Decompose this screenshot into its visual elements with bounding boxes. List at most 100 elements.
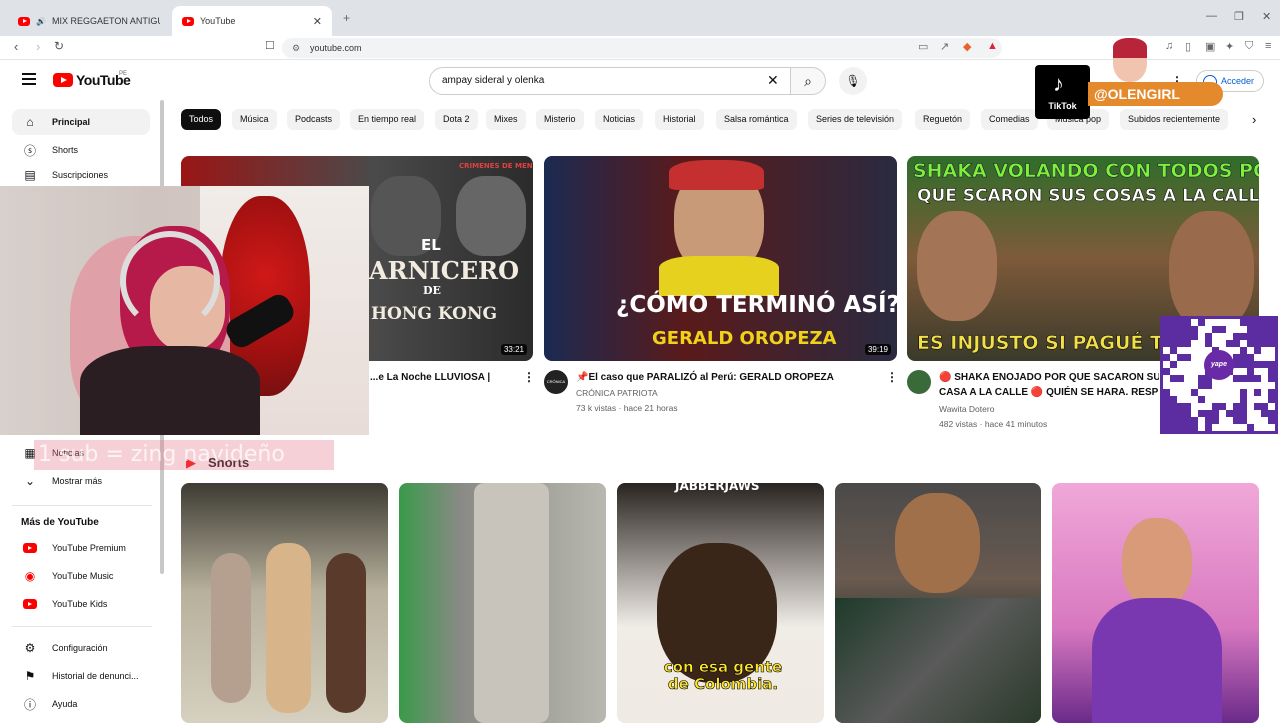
- qr-cell: [1184, 326, 1191, 333]
- short-thumbnail[interactable]: [181, 483, 388, 723]
- sidebar-show-more[interactable]: ⌄ Mostrar más: [12, 468, 150, 494]
- qr-cell: [1184, 424, 1191, 431]
- chip-4[interactable]: Dota 2: [435, 109, 478, 130]
- qr-cell: [1247, 375, 1254, 382]
- chip-8[interactable]: Historial: [655, 109, 704, 130]
- short-thumbnail[interactable]: JABBERJAWS con esa gente de Colombia.: [617, 483, 824, 723]
- shirt-image: [659, 256, 779, 296]
- qr-cell: [1233, 333, 1240, 340]
- menu-icon[interactable]: ≡: [1265, 40, 1271, 52]
- qr-cell: [1170, 396, 1177, 403]
- short-thumbnail[interactable]: [1052, 483, 1259, 723]
- qr-cell: [1170, 403, 1177, 410]
- search-button[interactable]: ⌕: [790, 67, 826, 95]
- bookmark-icon[interactable]: ☐: [265, 39, 275, 52]
- chip-11[interactable]: Reguetón: [915, 109, 971, 130]
- wallet-icon[interactable]: ▣: [1205, 40, 1215, 53]
- qr-cell: [1177, 410, 1184, 417]
- youtube-kids-icon: [23, 599, 37, 609]
- qr-cell: [1205, 410, 1212, 417]
- qr-cell: [1233, 375, 1240, 382]
- qr-cell: [1240, 347, 1247, 354]
- channel-name[interactable]: CRÓNICA PATRIOTA: [576, 388, 658, 398]
- reload-icon[interactable]: ↻: [54, 39, 64, 53]
- browser-tab-music[interactable]: 🔊 MIX REGGAETON ANTIGUO🔥 (C: [8, 6, 170, 36]
- search-input[interactable]: ampay sideral y olenka: [429, 67, 791, 95]
- forward-icon[interactable]: ›: [36, 39, 40, 54]
- video-title[interactable]: 📌El caso que PARALIZÓ al Perú: GERALD OR…: [576, 370, 834, 385]
- chip-6[interactable]: Misterio: [536, 109, 584, 130]
- qr-cell: [1240, 417, 1247, 424]
- video-menu-kebab-icon[interactable]: ⋮: [523, 370, 535, 384]
- close-window-icon[interactable]: ✕: [1262, 10, 1271, 23]
- short-thumbnail[interactable]: [399, 483, 606, 723]
- brave-shield-icon[interactable]: ◆: [963, 40, 971, 53]
- chip-10[interactable]: Series de televisión: [808, 109, 903, 130]
- vpn-icon[interactable]: ⛉: [1245, 40, 1253, 53]
- address-bar[interactable]: ⚙ youtube.com: [282, 38, 1002, 58]
- share-icon[interactable]: ↗: [940, 40, 949, 53]
- qr-cell: [1170, 361, 1177, 368]
- close-tab-icon[interactable]: ✕: [313, 15, 322, 28]
- sidebar-item-help[interactable]: ⓘ Ayuda: [12, 691, 150, 717]
- qr-cell: [1205, 340, 1212, 347]
- thumbnail-text: HONG KONG: [371, 304, 498, 324]
- rewards-icon[interactable]: ▲: [987, 40, 998, 52]
- short-thumbnail[interactable]: [835, 483, 1041, 723]
- leo-icon[interactable]: ✦: [1225, 40, 1234, 53]
- minimize-icon[interactable]: —: [1206, 10, 1217, 22]
- back-icon[interactable]: ‹: [14, 39, 18, 54]
- browser-tab-youtube[interactable]: YouTube ✕: [172, 6, 332, 36]
- qr-cell: [1247, 354, 1254, 361]
- channel-avatar[interactable]: CRÓNICA: [544, 370, 568, 394]
- qr-cell: [1254, 340, 1261, 347]
- clear-search-icon[interactable]: ✕: [767, 72, 779, 89]
- chip-7[interactable]: Noticias: [595, 109, 644, 130]
- restore-icon[interactable]: ❐: [1234, 10, 1244, 23]
- sidebar-item-report-history[interactable]: ⚑ Historial de denunci...: [12, 663, 150, 689]
- cap-image: [669, 160, 764, 190]
- qr-cell: [1247, 333, 1254, 340]
- video-thumbnail[interactable]: ¿CÓMO TERMINÓ ASÍ? GERALD OROPEZA 39:19: [544, 156, 897, 361]
- qr-cell: [1198, 410, 1205, 417]
- chip-3[interactable]: En tiempo real: [350, 109, 425, 130]
- video-meta: 73 k vistas · hace 21 horas: [576, 403, 678, 413]
- site-info-icon[interactable]: ⚙: [292, 38, 300, 58]
- sidebar-item-shorts[interactable]: ⓢ Shorts: [12, 137, 150, 163]
- sidebar-item-music[interactable]: ◉ YouTube Music: [12, 563, 150, 589]
- chip-0[interactable]: Todos: [181, 109, 222, 130]
- chip-5[interactable]: Mixes: [486, 109, 526, 130]
- sidebar-item-settings[interactable]: ⚙ Configuración: [12, 635, 150, 661]
- qr-cell: [1163, 319, 1170, 326]
- cast-icon[interactable]: ▭: [918, 40, 928, 53]
- sidebar-item-kids[interactable]: YouTube Kids: [12, 591, 150, 617]
- channel-name[interactable]: Wawita Dotero: [939, 404, 994, 414]
- chips-next-icon[interactable]: ›: [1252, 112, 1256, 127]
- qr-cell: [1254, 389, 1261, 396]
- help-icon: ⓘ: [23, 697, 36, 712]
- youtube-favicon-icon: [18, 16, 30, 26]
- sidebar-item-principal[interactable]: ⌂ Principal: [12, 109, 150, 135]
- sidebar-item-premium[interactable]: YouTube Premium: [12, 535, 150, 561]
- chip-2[interactable]: Podcasts: [287, 109, 341, 130]
- person-image: [474, 483, 549, 723]
- new-tab-icon[interactable]: +: [343, 11, 350, 25]
- video-title[interactable]: 🔴 SHAKA ENOJADO POR QUE SACARON SUS: [939, 370, 1159, 385]
- video-menu-kebab-icon[interactable]: ⋮: [886, 370, 898, 384]
- guide-menu-icon[interactable]: [22, 73, 36, 88]
- chip-14[interactable]: Subidos recientemente: [1120, 109, 1229, 130]
- youtube-logo[interactable]: YouTube PE: [53, 71, 131, 88]
- music-icon[interactable]: ♫: [1165, 40, 1173, 52]
- chip-9[interactable]: Salsa romántica: [716, 109, 797, 130]
- qr-cell: [1198, 375, 1205, 382]
- thumbnail-text: ¿CÓMO TERMINÓ ASÍ?: [616, 292, 897, 318]
- video-title-line-2[interactable]: CASA A LA CALLE 🔴 QUIÉN SE HARA. RESP: [939, 385, 1159, 400]
- sidebar-icon[interactable]: ▯: [1185, 40, 1191, 53]
- channel-avatar[interactable]: [907, 370, 931, 394]
- video-title[interactable]: ...e La Noche LLUVIOSA |: [370, 370, 490, 385]
- chip-12[interactable]: Comedias: [981, 109, 1038, 130]
- voice-search-button[interactable]: 🎙: [839, 67, 867, 95]
- webcam-overlay: [0, 186, 369, 435]
- sidebar-item-subscriptions[interactable]: ▤ Suscripciones: [12, 165, 150, 185]
- chip-1[interactable]: Música: [232, 109, 277, 130]
